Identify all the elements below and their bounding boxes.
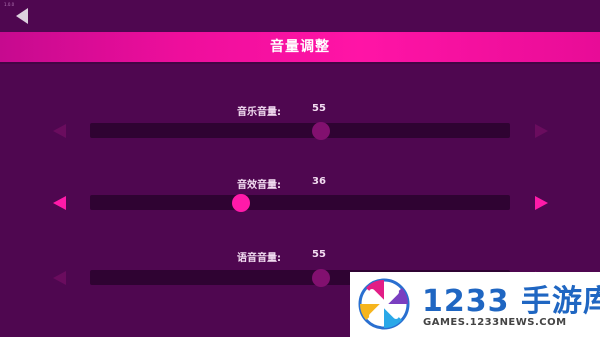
music-volume-knob[interactable] [312,121,330,140]
music-volume-decrease-icon[interactable] [51,122,69,140]
watermark-banner: 1233 手游库 GAMES.1233NEWS.COM [350,272,600,337]
sfx-volume-slider[interactable] [90,193,510,212]
voice-volume-value: 55 [312,249,326,260]
sfx-volume-decrease-icon[interactable] [51,194,69,212]
back-arrow-icon[interactable] [12,6,32,26]
watermark-brand: 1233 手游库 [422,284,600,319]
music-volume-fill [90,123,321,138]
voice-volume-label: 语音音量: [237,253,281,264]
voice-volume-knob[interactable] [312,268,330,287]
voice-volume-decrease-icon[interactable] [51,269,69,287]
sfx-volume-value: 36 [312,176,326,187]
sfx-volume-label: 音效音量: [237,180,281,191]
music-volume-increase-icon[interactable] [532,122,550,140]
page-title: 音量调整 [270,39,330,55]
sfx-volume-knob[interactable] [232,193,251,212]
watermark-url: GAMES.1233NEWS.COM [423,317,567,328]
music-volume-value: 55 [312,103,326,114]
music-volume-slider[interactable] [90,121,510,140]
music-volume-label: 音乐音量: [237,107,281,118]
voice-volume-fill [90,270,321,285]
title-bar: 音量调整 [0,32,600,62]
watermark-logo-icon [358,278,410,330]
sfx-volume-increase-icon[interactable] [532,194,550,212]
sfx-volume-fill [90,195,241,210]
